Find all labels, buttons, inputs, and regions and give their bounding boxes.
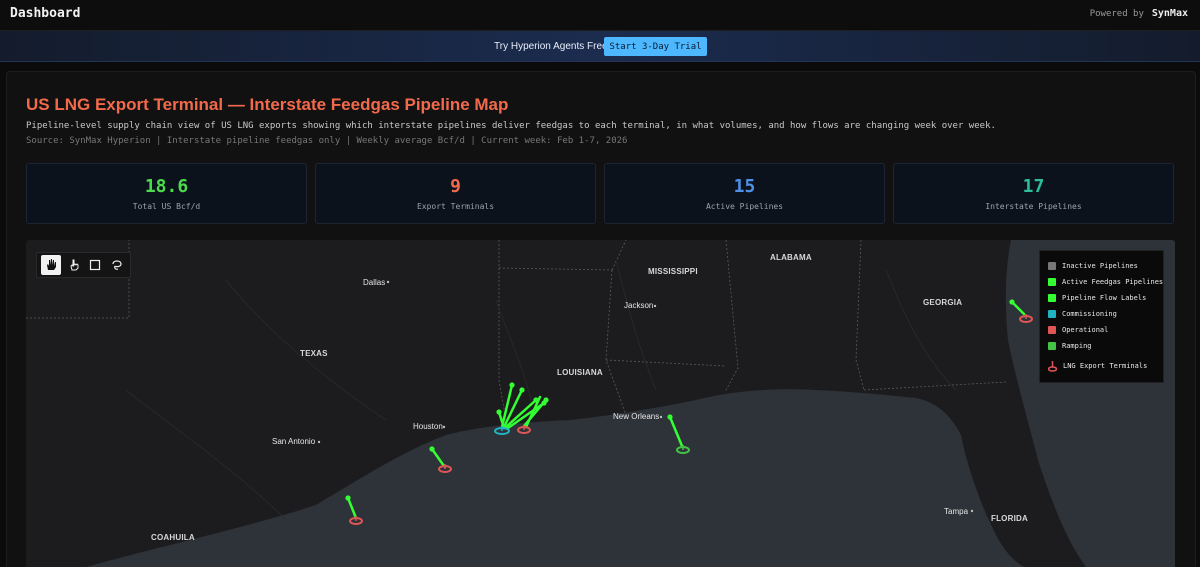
state-label-coahuila: COAHUILA bbox=[151, 533, 195, 542]
state-label-mississippi: MISSISSIPPI bbox=[648, 267, 698, 276]
top-bar: Dashboard Powered by SynMax bbox=[0, 0, 1200, 31]
stat-card-active-pipelines: 15 Active Pipelines bbox=[604, 163, 885, 224]
stat-card-total: 18.6 Total US Bcf/d bbox=[26, 163, 307, 224]
legend-item[interactable]: Pipeline Flow Labels bbox=[1048, 292, 1146, 304]
state-label-louisiana: LOUISIANA bbox=[557, 368, 603, 377]
pipeline-node[interactable] bbox=[543, 397, 549, 403]
pipeline-node[interactable] bbox=[1009, 299, 1015, 305]
legend-item[interactable]: Operational bbox=[1048, 324, 1108, 336]
city-label-tampa: Tampa bbox=[944, 507, 969, 516]
pipeline-node[interactable] bbox=[496, 409, 502, 415]
promo-banner: Try Hyperion Agents Free Start 3-Day Tri… bbox=[0, 31, 1200, 62]
pipeline-node[interactable] bbox=[667, 414, 673, 420]
legend-swatch bbox=[1048, 310, 1056, 318]
stat-label: Interstate Pipelines bbox=[985, 202, 1082, 211]
legend-item[interactable]: LNG Export Terminals bbox=[1048, 360, 1147, 372]
stat-label: Active Pipelines bbox=[705, 202, 784, 211]
stat-value: 17 bbox=[1022, 176, 1045, 197]
city-label-san-antonio: San Antonio bbox=[272, 437, 316, 446]
city-label-new-orleans: New Orleans bbox=[613, 412, 660, 421]
powered-by-label: Powered by bbox=[1089, 9, 1144, 19]
source-note: Source: SynMax Hyperion | Interstate pip… bbox=[26, 136, 628, 146]
start-trial-button[interactable]: Start 3-Day Trial bbox=[604, 37, 707, 56]
stat-label: Export Terminals bbox=[416, 202, 495, 211]
stat-card-interstate-pipelines: 17 Interstate Pipelines bbox=[893, 163, 1174, 224]
city-label-houston: Houston bbox=[413, 422, 443, 431]
legend-item[interactable]: Commissioning bbox=[1048, 308, 1117, 320]
legend-swatch bbox=[1048, 262, 1056, 270]
pointer-hand-icon[interactable] bbox=[64, 255, 84, 275]
state-label-florida: FLORIDA bbox=[991, 514, 1028, 523]
city-label-jackson: Jackson bbox=[624, 301, 654, 310]
powered-by: Powered by SynMax bbox=[1090, 8, 1188, 19]
stat-value: 9 bbox=[450, 176, 461, 197]
map-legend: Inactive Pipelines Active Feedgas Pipeli… bbox=[1039, 250, 1164, 383]
stat-card-terminals: 9 Export Terminals bbox=[315, 163, 596, 224]
legend-swatch bbox=[1048, 326, 1056, 334]
legend-swatch bbox=[1048, 294, 1056, 302]
legend-item[interactable]: Active Feedgas Pipelines bbox=[1048, 276, 1163, 288]
state-label-texas: TEXAS bbox=[300, 349, 328, 358]
pipeline-node[interactable] bbox=[533, 397, 539, 403]
lasso-icon[interactable] bbox=[107, 255, 127, 275]
legend-item[interactable]: Ramping bbox=[1048, 340, 1092, 352]
pipeline-node[interactable] bbox=[509, 382, 515, 388]
app-title: Dashboard bbox=[10, 6, 81, 21]
state-label-georgia: GEORGIA bbox=[923, 298, 963, 307]
legend-swatch bbox=[1048, 342, 1056, 350]
box-select-icon[interactable] bbox=[85, 255, 105, 275]
city-label-dallas: Dallas bbox=[363, 278, 386, 287]
pipeline-node[interactable] bbox=[345, 495, 351, 501]
stat-value: 15 bbox=[733, 176, 756, 197]
pan-hand-icon[interactable] bbox=[41, 255, 61, 275]
map-toolbar bbox=[36, 252, 131, 278]
page-title: US LNG Export Terminal — Interstate Feed… bbox=[26, 95, 509, 114]
stat-value: 18.6 bbox=[144, 176, 189, 197]
state-label-alabama: ALABAMA bbox=[770, 253, 812, 262]
pipeline-node[interactable] bbox=[429, 446, 435, 452]
stat-label: Total US Bcf/d bbox=[132, 202, 201, 211]
legend-swatch bbox=[1048, 278, 1056, 286]
terminal-marker-icon bbox=[1048, 360, 1057, 372]
pipeline-node[interactable] bbox=[519, 387, 525, 393]
banner-message: Try Hyperion Agents Free bbox=[494, 41, 608, 52]
brand-logo[interactable]: SynMax bbox=[1152, 8, 1188, 19]
legend-item[interactable]: Inactive Pipelines bbox=[1048, 260, 1138, 272]
page-description: Pipeline-level supply chain view of US L… bbox=[26, 121, 996, 131]
